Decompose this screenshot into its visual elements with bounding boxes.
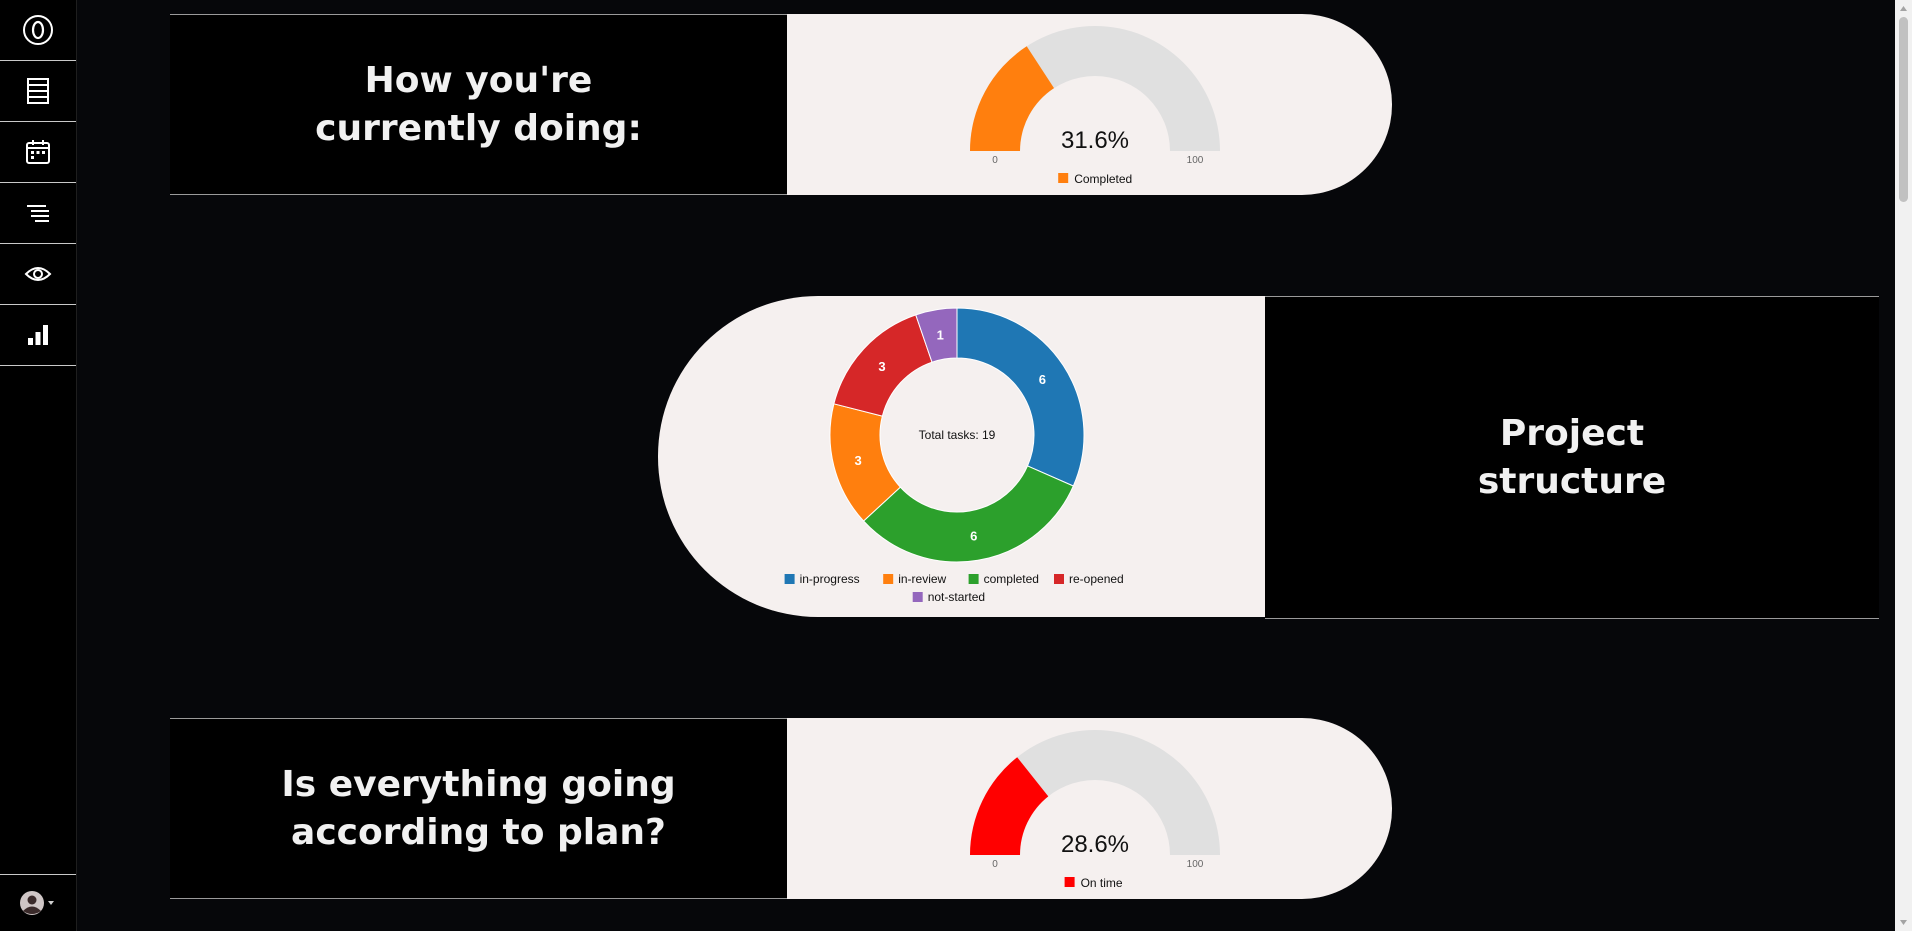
chevron-down-icon [48, 901, 54, 905]
gauge-legend-swatch [1058, 173, 1069, 183]
user-menu-button[interactable] [0, 874, 76, 931]
structure-title-line1: Project [1499, 412, 1645, 454]
nav-home[interactable] [0, 0, 76, 61]
scroll-up-arrow-icon[interactable] [1895, 0, 1912, 17]
user-avatar-icon [20, 891, 54, 915]
nav-board[interactable] [0, 61, 76, 122]
gauge-value-label: 28.6% [1061, 831, 1129, 858]
schedule-title-line2: according to plan? [291, 811, 666, 853]
progress-panel-title: How you're currently doing: [170, 14, 787, 195]
donut-legend-swatch [968, 574, 979, 584]
calendar-icon [26, 140, 50, 164]
donut-value-label-re-opened: 3 [878, 359, 885, 374]
gauge-legend-label: Completed [1074, 172, 1132, 186]
gauge-min-label: 0 [992, 155, 998, 166]
schedule-title-line1: Is everything going [281, 763, 676, 805]
scroll-down-arrow-icon[interactable] [1895, 914, 1912, 931]
donut-legend-label: in-progress [800, 572, 860, 586]
donut-legend-item-completed[interactable]: completed [968, 572, 1039, 586]
donut-legend-label: completed [984, 572, 1039, 586]
donut-value-label-not-started: 1 [937, 327, 944, 342]
donut-legend-swatch [1054, 574, 1064, 584]
donut-legend-swatch [883, 574, 894, 584]
logo-zero-icon [23, 15, 53, 45]
donut-legend-label: not-started [928, 590, 985, 604]
donut-legend-swatch [912, 592, 923, 602]
board-icon [27, 78, 49, 104]
donut-legend-item-re-opened[interactable]: re-opened [1054, 572, 1124, 586]
gauge-legend: On time [1064, 876, 1123, 890]
donut-legend-swatch [784, 574, 795, 584]
donut-legend-item-in-review[interactable]: in-review [883, 572, 947, 586]
donut-legend-label: in-review [898, 572, 946, 586]
nav-calendar[interactable] [0, 122, 76, 183]
gauge-value-label: 31.6% [1061, 127, 1129, 154]
structure-donut-chart: 6 6 3 3 1 Total tasks: 19 in-progress in-review… [784, 307, 1124, 604]
gauge-max-label: 100 [1187, 859, 1204, 870]
progress-title-line2: currently doing: [315, 107, 642, 149]
structure-panel-title: Project structure [1265, 296, 1879, 619]
progress-gauge-card: 31.6% 0 100 Completed [787, 14, 1392, 195]
donut-value-label-in-progress: 6 [1039, 372, 1046, 387]
bar-chart-icon [28, 325, 48, 345]
schedule-panel-title: Is everything going according to plan? [170, 718, 787, 899]
structure-donut-card: 6 6 3 3 1 Total tasks: 19 in-progress in-review… [658, 296, 1265, 617]
donut-legend-item-not-started[interactable]: not-started [912, 590, 985, 604]
donut-value-label-completed: 6 [970, 529, 977, 544]
vertical-scrollbar[interactable] [1895, 0, 1912, 931]
schedule-gauge-chart: 28.6% 0 100 On time [970, 730, 1220, 890]
donut-slice-in-progress[interactable] [956, 307, 1085, 487]
schedule-gauge-card: 28.6% 0 100 On time [787, 718, 1392, 899]
scrollbar-thumb[interactable] [1899, 17, 1908, 202]
gauge-legend-swatch [1064, 877, 1075, 887]
donut-legend-label: re-opened [1069, 572, 1124, 586]
sidebar [0, 0, 77, 931]
gauge-min-label: 0 [992, 859, 998, 870]
nav-list[interactable] [0, 183, 76, 244]
gauge-max-label: 100 [1187, 155, 1204, 166]
list-lines-icon [27, 205, 49, 222]
donut-center-label: Total tasks: 19 [919, 428, 996, 442]
gauge-legend-label: On time [1081, 876, 1123, 890]
nav-statistics[interactable] [0, 305, 76, 366]
nav-overview[interactable] [0, 244, 76, 305]
donut-value-label-in-review: 3 [855, 453, 862, 468]
structure-title-line2: structure [1477, 460, 1667, 502]
progress-gauge-chart: 31.6% 0 100 Completed [970, 26, 1220, 186]
progress-title-line1: How you're [364, 59, 593, 101]
donut-legend-item-in-progress[interactable]: in-progress [784, 572, 860, 586]
eye-icon [24, 267, 52, 281]
gauge-legend: Completed [1058, 172, 1132, 186]
